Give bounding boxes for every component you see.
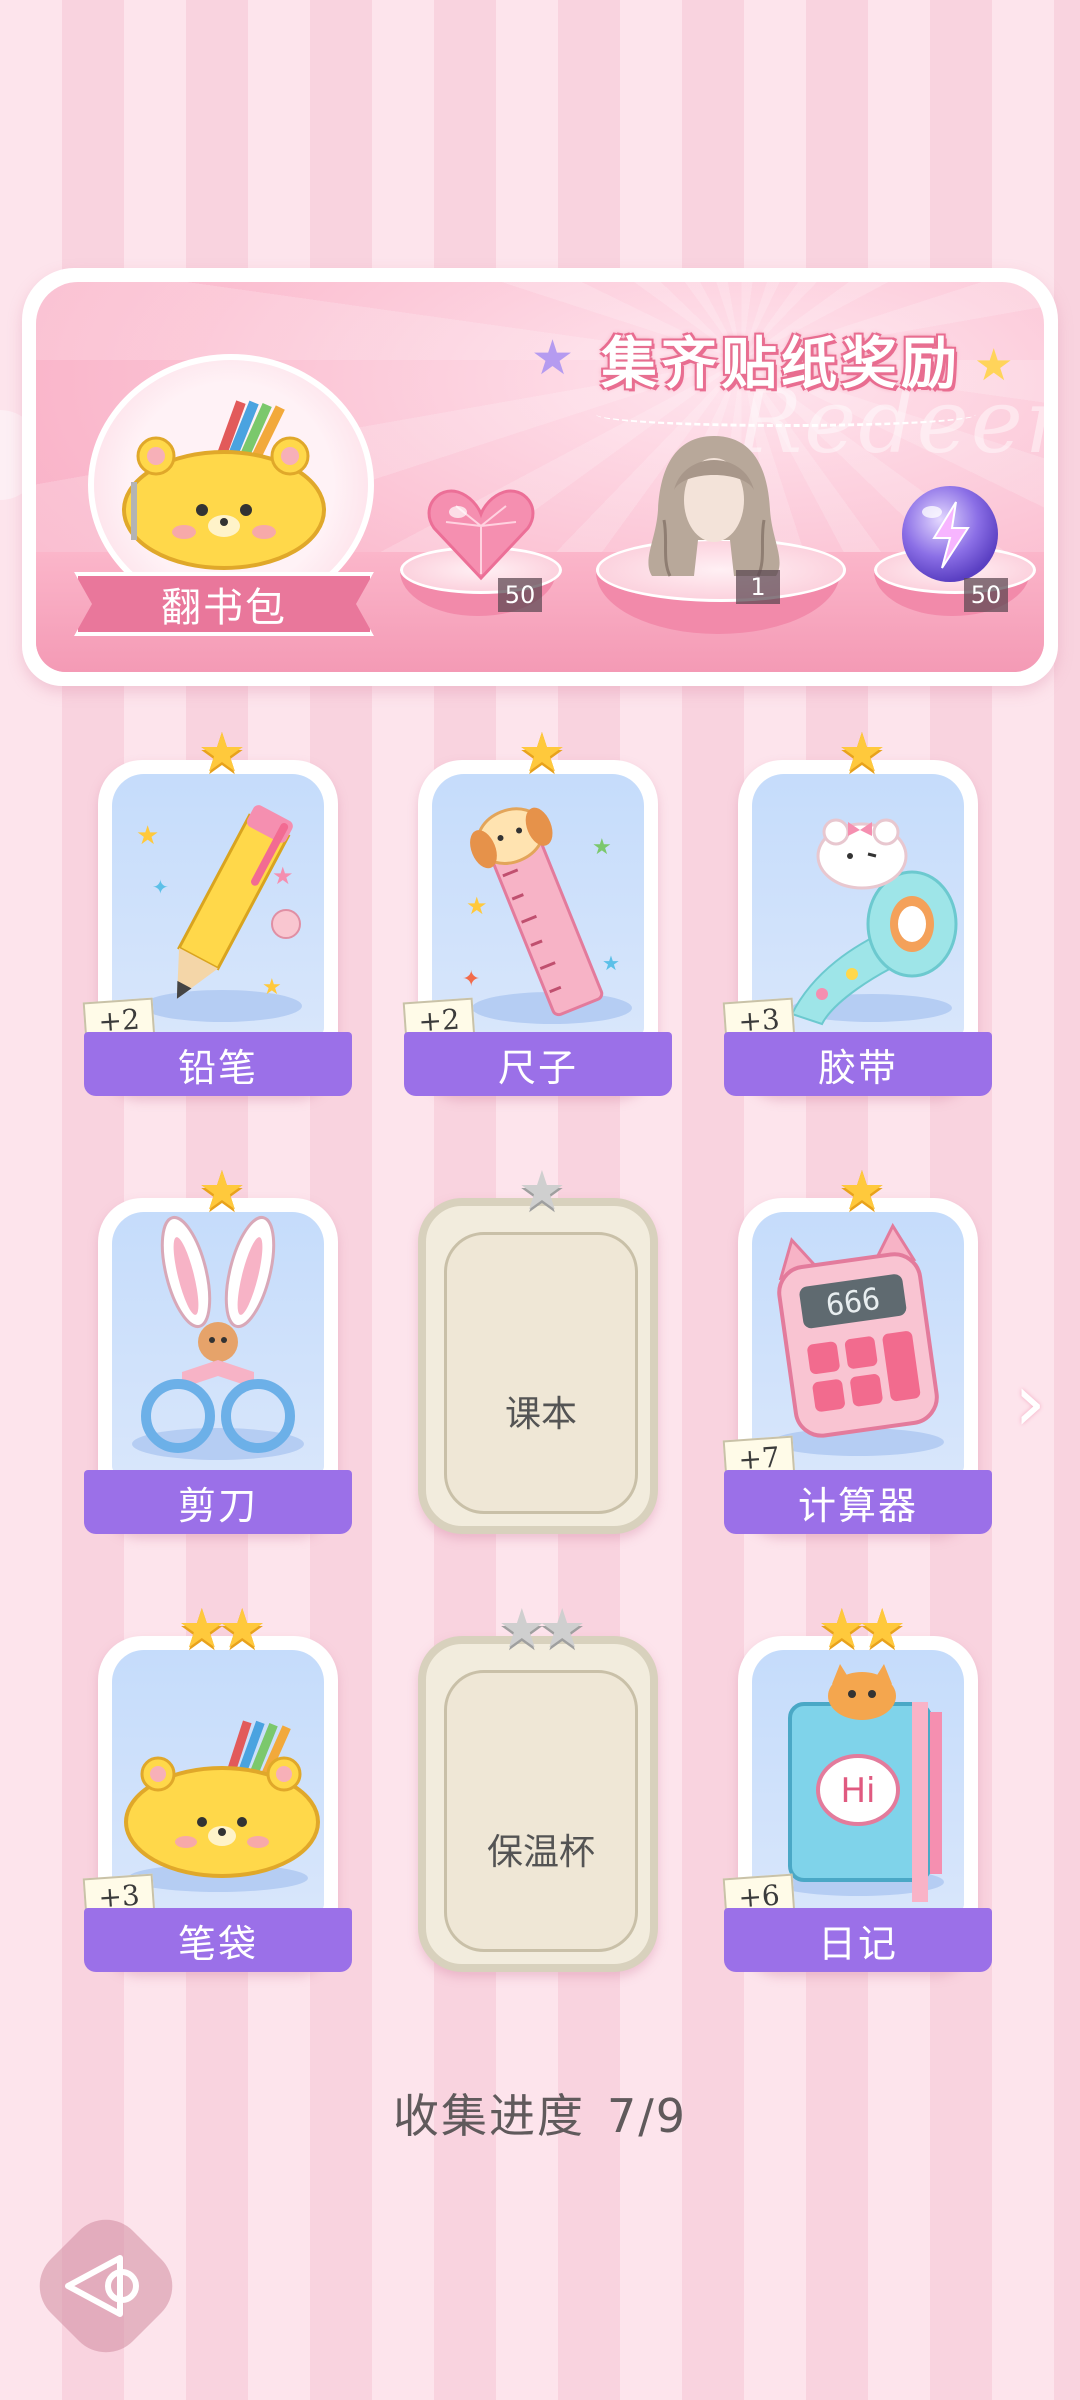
star-rating: ★ [517,721,566,784]
star-rating: ★★ [177,1597,267,1660]
yellow-star-icon: ★ [974,340,1014,391]
progress-value: 7/9 [606,2089,688,2143]
sticker-name: 保温杯 [486,1832,595,1873]
star-rating: ★★ [817,1597,907,1660]
energy-orb-icon[interactable] [898,482,1002,586]
svg-text:★: ★ [466,892,488,920]
sticker-card-scissors[interactable]: ★ 剪刀 [84,1164,352,1540]
collection-name-ribbon: 翻书包 [74,572,374,636]
heart-gem-icon[interactable] [426,486,536,582]
star-rating: ★ [197,721,246,784]
star-rating: ★ [837,1159,886,1222]
sticker-name: 铅笔 [84,1032,352,1096]
sticker-name: 笔袋 [84,1908,352,1972]
svg-text:★: ★ [592,835,612,860]
sticker-name: 剪刀 [84,1470,352,1534]
sticker-card-ruler[interactable]: ★ ★ ★ ✦ ★ +2 尺子 [402,726,672,1102]
sticker-name: 计算器 [724,1470,992,1534]
reward-count-gem: 50 [498,578,542,612]
next-page-chevron-icon[interactable]: › [1014,1356,1046,1449]
collection-progress: 收集进度 7/9 [0,2080,1080,2146]
sticker-name: 胶带 [724,1032,992,1096]
banner-title: 集齐贴纸奖励 [601,331,961,397]
reward-banner: Redeem ★ 集齐贴纸奖励 ★ [22,268,1058,686]
star-rating: ★ [837,721,886,784]
sticker-card-thermos-locked[interactable]: ★★ 保温杯 [410,1602,666,1978]
svg-text:★: ★ [136,821,159,851]
pencil-case-icon [124,1720,320,1892]
hairstyle-icon[interactable] [634,430,794,580]
reward-count-orb: 50 [964,578,1008,612]
calculator-icon: 666 [772,1222,944,1456]
sticker-name: 尺子 [404,1032,672,1096]
diary-text: Hi [840,1771,875,1811]
sticker-name: 课本 [504,1394,577,1435]
sticker-card-pencil[interactable]: ★ ★ ★ ✦ ★ +2 铅笔 [82,726,352,1102]
star-rating-empty: ★★ [497,1597,587,1660]
sticker-card-tape[interactable]: ★ +3 胶带 [722,726,992,1102]
calculator-display: 666 [824,1282,883,1324]
svg-text:★: ★ [262,975,282,1000]
star-rating-empty: ★ [517,1159,566,1222]
progress-label: 收集进度 [392,2089,585,2143]
sticker-card-pencil-case[interactable]: ★★ +3 笔袋 [82,1602,352,1978]
sticker-card-textbook-locked[interactable]: ★ 课本 [410,1164,666,1540]
ruler-icon: ★ ★ ✦ ★ [462,807,632,1024]
purple-star-icon: ★ [531,330,575,386]
svg-text:✦: ✦ [152,875,169,899]
star-rating: ★ [197,1159,246,1222]
sticker-card-diary[interactable]: ★★ Hi +6 日记 [722,1602,992,1978]
reward-count-hair: 1 [736,570,780,604]
diary-icon: Hi [772,1664,944,1902]
svg-text:★: ★ [272,862,294,890]
back-arrow-icon [65,2255,139,2317]
scissors-icon [132,1215,304,1460]
sticker-name: 日记 [724,1908,992,1972]
svg-text:✦: ✦ [462,967,480,992]
pencil-case-icon [122,400,326,570]
svg-text:★: ★ [602,951,620,975]
pencil-icon: ★ ★ ✦ ★ [136,805,302,1022]
tape-icon [790,818,958,1026]
sticker-card-calculator[interactable]: ★ 666 +7 计算器 [722,1164,992,1540]
